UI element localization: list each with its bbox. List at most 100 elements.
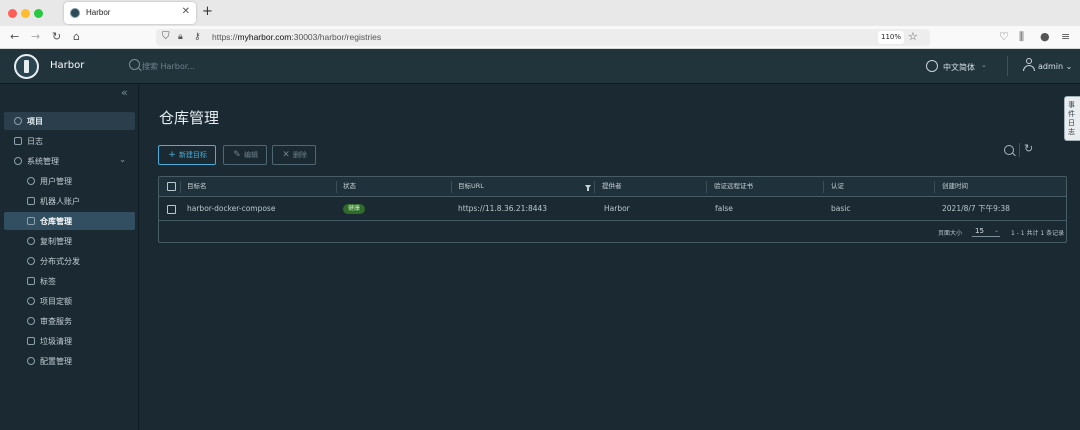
column-header-auth[interactable]: 认证 <box>831 177 844 196</box>
sidebar-item-project-quotas[interactable]: 项目定额 <box>4 292 135 310</box>
column-header-status[interactable]: 状态 <box>343 177 356 196</box>
url-text[interactable]: https://myharbor.com:30003/harbor/regist… <box>212 32 381 42</box>
sidebar-item-configuration[interactable]: 配置管理 <box>4 352 135 370</box>
home-icon[interactable]: ⌂ <box>73 30 80 44</box>
sidebar-item-interrogation-services[interactable]: 审查服务 <box>4 312 135 330</box>
pocket-icon[interactable]: ♡ <box>999 30 1009 44</box>
column-header-created[interactable]: 创建时间 <box>942 177 968 196</box>
globe-icon[interactable] <box>926 60 938 72</box>
bookmark-star-icon[interactable]: ☆ <box>908 30 918 44</box>
back-icon[interactable]: ← <box>10 30 19 44</box>
reload-icon[interactable]: ↻ <box>52 30 61 44</box>
sidebar-item-registries[interactable]: 仓库管理 <box>4 212 135 230</box>
trash-icon <box>27 337 35 345</box>
account-icon[interactable]: ● <box>1040 30 1050 44</box>
harbor-logo-icon[interactable] <box>14 54 39 79</box>
app-header: Harbor 搜索 Harbor... 中文简体 ⌄ admin ⌄ <box>0 49 1080 84</box>
browser-navbar: ← → ↻ ⌂ ⛉ 🔒︎ ⚷ https://myharbor.com:3000… <box>0 26 1080 49</box>
toolbar-divider <box>1019 143 1020 157</box>
sidebar-item-administration[interactable]: 系统管理 ⌄ <box>4 152 135 170</box>
pagination-summary: 1 - 1 共计 1 条记录 <box>1011 230 1065 237</box>
user-icon[interactable] <box>1023 58 1035 72</box>
chevron-down-icon[interactable]: ⌄ <box>981 61 987 69</box>
lock-icon[interactable]: 🔒︎ <box>178 30 183 44</box>
quota-icon <box>27 297 35 305</box>
sidebar-item-distributions[interactable]: 分布式分发 <box>4 252 135 270</box>
column-header-name[interactable]: 目标名 <box>187 177 207 196</box>
tag-icon <box>27 277 35 285</box>
page-size-label: 页面大小 <box>938 230 963 237</box>
sidebar-item-labels[interactable]: 标签 <box>4 272 135 290</box>
select-all-checkbox[interactable] <box>167 182 176 191</box>
sidebar-item-projects[interactable]: 项目 <box>4 112 135 130</box>
administration-icon <box>14 157 22 165</box>
cell-name: harbor-docker-compose <box>187 204 276 213</box>
table-header: 目标名 状态 目标URL 提供者 验证远程证书 认证 创建时间 <box>159 177 1066 197</box>
registries-table: 目标名 状态 目标URL 提供者 验证远程证书 认证 创建时间 harbor-d… <box>158 176 1067 243</box>
close-tab-icon[interactable]: ✕ <box>182 6 190 17</box>
collapse-sidebar-icon[interactable]: « <box>121 86 128 99</box>
table-row[interactable]: harbor-docker-compose 健康 https://11.8.36… <box>159 197 1066 221</box>
new-endpoint-button[interactable]: + 新建目标 <box>158 145 216 165</box>
address-bar[interactable]: ⛉ 🔒︎ ⚷ https://myharbor.com:30003/harbor… <box>156 29 930 46</box>
tab-title: Harbor <box>86 8 111 17</box>
column-header-provider[interactable]: 提供者 <box>602 177 622 196</box>
browser-titlebar: Harbor ✕ + <box>0 0 1080 26</box>
menu-icon[interactable]: ≡ <box>1061 30 1070 44</box>
chevron-down-icon[interactable]: ⌄ <box>119 155 126 164</box>
key-icon[interactable]: ⚷ <box>194 30 201 44</box>
cloud-icon <box>27 237 35 245</box>
sidebar-item-users[interactable]: 用户管理 <box>4 172 135 190</box>
gear-icon <box>27 357 35 365</box>
pencil-icon: ✎ <box>233 150 241 160</box>
new-tab-button[interactable]: + <box>202 4 213 19</box>
page-size-select[interactable]: 15 ⌄ <box>972 226 1000 237</box>
search-icon <box>129 59 140 70</box>
global-search-input[interactable]: 搜索 Harbor... <box>142 61 195 72</box>
zoom-level[interactable]: 110% <box>878 31 904 44</box>
sidebar-item-garbage-collection[interactable]: 垃圾清理 <box>4 332 135 350</box>
forward-icon[interactable]: → <box>31 30 40 44</box>
library-icon[interactable]: ⫼ <box>1019 30 1024 44</box>
sidebar-item-robot-accounts[interactable]: 机器人账户 <box>4 192 135 210</box>
column-header-verify-cert[interactable]: 验证远程证书 <box>714 177 753 196</box>
search-icon[interactable] <box>1004 145 1014 155</box>
edit-button[interactable]: ✎ 编辑 <box>223 145 267 165</box>
cell-provider: Harbor <box>604 204 630 213</box>
close-icon: ✕ <box>282 150 290 160</box>
plus-icon: + <box>168 150 176 160</box>
registry-cube-icon <box>27 217 35 225</box>
cell-created: 2021/8/7 下午9:38 <box>942 204 1010 213</box>
sidebar-item-replications[interactable]: 复制管理 <box>4 232 135 250</box>
table-footer: 页面大小 15 ⌄ 1 - 1 共计 1 条记录 <box>159 221 1066 242</box>
delete-button[interactable]: ✕ 删除 <box>272 145 316 165</box>
minimize-window-button[interactable] <box>21 9 30 18</box>
shield-check-icon <box>27 317 35 325</box>
share-icon <box>27 257 35 265</box>
close-window-button[interactable] <box>8 9 17 18</box>
chevron-down-icon: ⌄ <box>993 227 999 234</box>
browser-tab-harbor[interactable]: Harbor ✕ <box>64 2 196 24</box>
projects-icon <box>14 117 22 125</box>
cell-verify-cert: false <box>715 204 733 213</box>
cell-auth: basic <box>831 204 851 213</box>
column-header-url[interactable]: 目标URL <box>458 177 484 196</box>
sidebar: « 项目 日志 系统管理 ⌄ 用户管理 机器人账户 仓库管理 复制管理 分布式分… <box>0 84 139 430</box>
cell-status: 健康 <box>343 197 366 220</box>
users-icon <box>27 177 35 185</box>
refresh-icon[interactable]: ↻ <box>1024 142 1033 155</box>
harbor-favicon-icon <box>70 8 80 18</box>
brand-name[interactable]: Harbor <box>50 60 84 71</box>
filter-icon[interactable] <box>585 185 591 191</box>
shield-icon[interactable]: ⛉ <box>162 30 170 44</box>
language-selector[interactable]: 中文简体 <box>943 62 975 73</box>
page-title: 仓库管理 <box>159 109 220 127</box>
maximize-window-button[interactable] <box>34 9 43 18</box>
status-badge: 健康 <box>343 204 366 214</box>
user-menu[interactable]: admin ⌄ <box>1038 62 1072 71</box>
row-checkbox[interactable] <box>167 205 176 214</box>
cell-url: https://11.8.36.21:8443 <box>458 204 548 213</box>
event-log-tab[interactable]: 事件日志 <box>1064 96 1080 141</box>
sidebar-item-logs[interactable]: 日志 <box>4 132 135 150</box>
logs-icon <box>14 137 22 145</box>
